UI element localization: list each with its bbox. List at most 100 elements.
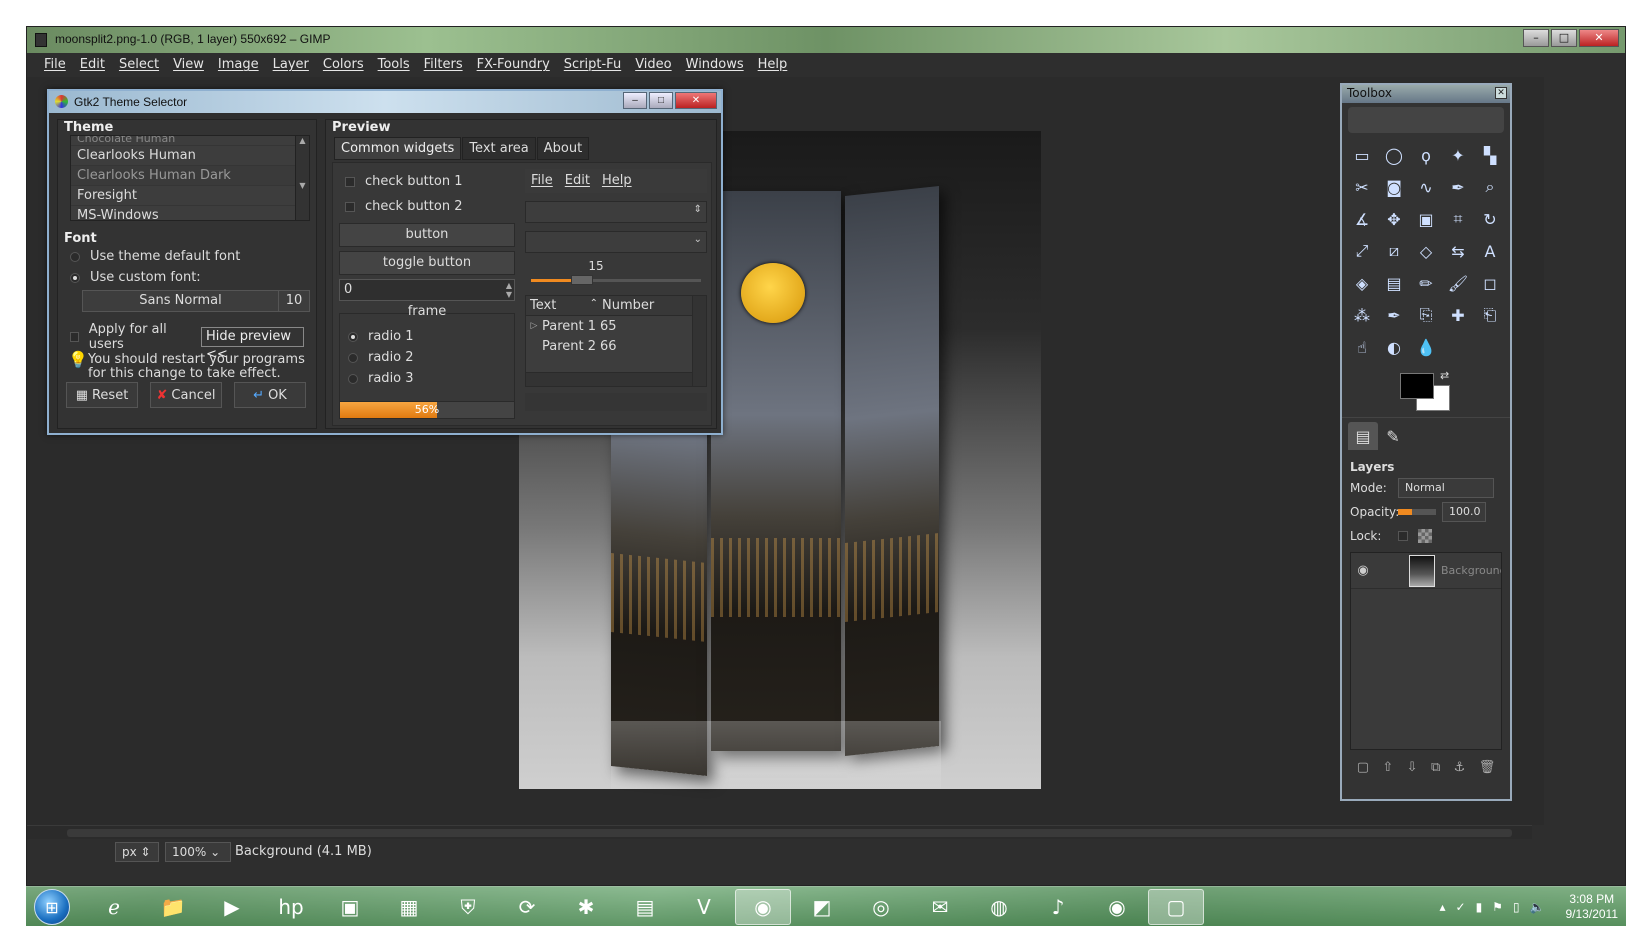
theme-list-scrollbar[interactable]: ▲ ▼ bbox=[295, 136, 309, 220]
shield-app-icon[interactable]: ⛨ bbox=[440, 889, 496, 925]
network-icon[interactable]: ▮ bbox=[1476, 900, 1483, 914]
foreground-select-tool-icon[interactable]: ◙ bbox=[1378, 171, 1410, 203]
tree-col-text[interactable]: Text ⌃ bbox=[526, 296, 602, 315]
lower-layer-icon[interactable]: ⇩ bbox=[1407, 760, 1418, 775]
earth-icon[interactable]: ◍ bbox=[971, 889, 1027, 925]
menu-image[interactable]: Image bbox=[211, 53, 266, 77]
font-default-radio-row[interactable]: Use theme default font bbox=[58, 246, 316, 267]
blur-tool-icon[interactable]: 💧 bbox=[1410, 331, 1442, 363]
mode-select[interactable]: Normal bbox=[1398, 478, 1494, 498]
theme-list[interactable]: Chocolate Human Clearlooks Human Clearlo… bbox=[70, 135, 310, 221]
menu-filters[interactable]: Filters bbox=[417, 53, 470, 77]
spin-button[interactable]: 0 ▲ ▼ bbox=[339, 279, 515, 301]
font-custom-radio-row[interactable]: Use custom font: bbox=[58, 267, 316, 288]
shear-tool-icon[interactable]: ⧄ bbox=[1378, 235, 1410, 267]
dialog-close-button[interactable]: ✕ bbox=[675, 92, 717, 109]
menu-select[interactable]: Select bbox=[112, 53, 166, 77]
menu-tools[interactable]: Tools bbox=[371, 53, 417, 77]
menu-fx-foundry[interactable]: FX-Foundry bbox=[470, 53, 557, 77]
fuzzy-select-tool-icon[interactable]: ✦ bbox=[1442, 139, 1474, 171]
cancel-button[interactable]: ✘ Cancel bbox=[150, 382, 222, 408]
v-app-icon[interactable]: V bbox=[676, 889, 732, 925]
radio-1[interactable]: radio 1 bbox=[340, 326, 514, 347]
perspective-tool-icon[interactable]: ◇ bbox=[1410, 235, 1442, 267]
volume-icon[interactable]: 🔈 bbox=[1530, 900, 1545, 914]
preview-menu-help[interactable]: Help bbox=[596, 173, 638, 193]
reset-button[interactable]: ▦ Reset bbox=[66, 382, 138, 408]
blend-tool-icon[interactable]: ▤ bbox=[1378, 267, 1410, 299]
app4-icon[interactable]: ◩ bbox=[794, 889, 850, 925]
media-icon[interactable]: ♪ bbox=[1030, 889, 1086, 925]
ink-tool-icon[interactable]: ✒ bbox=[1378, 299, 1410, 331]
power-icon[interactable]: ▯ bbox=[1513, 900, 1520, 914]
tree-col-number[interactable]: Number bbox=[602, 296, 654, 315]
wilber-drop-zone[interactable] bbox=[1348, 107, 1504, 133]
toolbox-close-icon[interactable]: ✕ bbox=[1495, 87, 1507, 99]
font-picker-button[interactable]: Sans Normal 10 bbox=[82, 290, 310, 312]
bucket-fill-tool-icon[interactable]: ◈ bbox=[1346, 267, 1378, 299]
crop-tool-icon[interactable]: ⌗ bbox=[1442, 203, 1474, 235]
foreground-color-swatch[interactable] bbox=[1400, 373, 1434, 399]
dialog-minimize-button[interactable]: – bbox=[623, 92, 647, 109]
menu-edit[interactable]: Edit bbox=[73, 53, 112, 77]
airbrush-tool-icon[interactable]: ⁂ bbox=[1346, 299, 1378, 331]
flag-icon[interactable]: ⚑ bbox=[1492, 900, 1503, 914]
apply-all-checkbox[interactable] bbox=[70, 331, 79, 342]
scale-knob[interactable] bbox=[571, 275, 594, 285]
rect-select-tool-icon[interactable]: ▭ bbox=[1346, 139, 1378, 171]
brushes-tab-icon[interactable]: ✎ bbox=[1378, 422, 1408, 450]
scissors-tool-icon[interactable]: ✂ bbox=[1346, 171, 1378, 203]
preview-tree-view[interactable]: Text ⌃ Number ▷ Parent 1 65 Parent 2 66 bbox=[525, 295, 707, 387]
paint-splat-icon[interactable]: ✱ bbox=[558, 889, 614, 925]
preview-button[interactable]: button bbox=[339, 223, 515, 247]
menu-help[interactable]: Help bbox=[751, 53, 795, 77]
tree-row[interactable]: Parent 2 66 bbox=[526, 336, 706, 356]
menu-layer[interactable]: Layer bbox=[266, 53, 316, 77]
opacity-input[interactable]: 100.0 bbox=[1442, 502, 1486, 522]
move-tool-icon[interactable]: ✥ bbox=[1378, 203, 1410, 235]
anchor-layer-icon[interactable]: ⚓ bbox=[1454, 760, 1466, 775]
minimize-button[interactable]: – bbox=[1523, 29, 1549, 47]
preview-menu-file[interactable]: File bbox=[525, 173, 559, 193]
horizontal-scrollbar[interactable] bbox=[27, 825, 1532, 839]
gimp2-icon[interactable]: ◉ bbox=[1089, 889, 1145, 925]
color-picker-tool-icon[interactable]: ✒ bbox=[1442, 171, 1474, 203]
theme-item[interactable]: Foresight bbox=[71, 186, 309, 206]
menu-windows[interactable]: Windows bbox=[679, 53, 751, 77]
spin-arrows-icon[interactable]: ▲ ▼ bbox=[506, 281, 512, 299]
show-hidden-icon[interactable]: ▴ bbox=[1439, 900, 1445, 914]
color-select-tool-icon[interactable]: ▚ bbox=[1474, 139, 1506, 171]
theme-item[interactable]: MS-Windows bbox=[71, 206, 309, 220]
tab-about[interactable]: About bbox=[536, 137, 590, 160]
duplicate-layer-icon[interactable]: ⧉ bbox=[1431, 760, 1440, 775]
ellipse-select-tool-icon[interactable]: ◯ bbox=[1378, 139, 1410, 171]
font-custom-radio[interactable] bbox=[70, 272, 80, 283]
hide-preview-button[interactable]: Hide preview << bbox=[201, 326, 304, 362]
theme-item-selected[interactable]: Clearlooks Human Dark bbox=[71, 166, 309, 186]
dodge-burn-tool-icon[interactable]: ◐ bbox=[1378, 331, 1410, 363]
dialog-titlebar[interactable]: Gtk2 Theme Selector – □ ✕ bbox=[49, 91, 721, 113]
layers-tab-icon[interactable]: ▤ bbox=[1348, 422, 1378, 450]
scale-tool-icon[interactable]: ⤢ bbox=[1346, 235, 1378, 267]
font-default-radio[interactable] bbox=[70, 251, 80, 262]
gimp-icon[interactable]: ◉ bbox=[735, 889, 791, 925]
clone-tool-icon[interactable]: ⎘ bbox=[1410, 299, 1442, 331]
check-button-2[interactable]: check button 2 bbox=[339, 194, 515, 219]
free-select-tool-icon[interactable]: ϙ bbox=[1410, 139, 1442, 171]
paintbrush-tool-icon[interactable]: 🖌 bbox=[1442, 267, 1474, 299]
expander-icon[interactable]: ▷ bbox=[526, 321, 542, 331]
rotate-tool-icon[interactable]: ↻ bbox=[1474, 203, 1506, 235]
tree-hscrollbar[interactable] bbox=[526, 372, 692, 386]
menu-view[interactable]: View bbox=[166, 53, 211, 77]
preview-combo-2[interactable]: ⌄ bbox=[525, 231, 707, 253]
measure-tool-icon[interactable]: ∡ bbox=[1346, 203, 1378, 235]
hp-icon[interactable]: hp bbox=[263, 889, 319, 925]
tree-vscrollbar[interactable] bbox=[692, 296, 706, 386]
raise-layer-icon[interactable]: ⇧ bbox=[1382, 760, 1393, 775]
radio-2[interactable]: radio 2 bbox=[340, 347, 514, 368]
check-button-1[interactable]: check button 1 bbox=[339, 169, 515, 194]
firefox-icon[interactable]: ◎ bbox=[853, 889, 909, 925]
tab-common-widgets[interactable]: Common widgets bbox=[334, 137, 462, 160]
delete-layer-icon[interactable]: 🗑 bbox=[1479, 760, 1496, 775]
lock-pixels-checkbox[interactable] bbox=[1398, 531, 1408, 541]
